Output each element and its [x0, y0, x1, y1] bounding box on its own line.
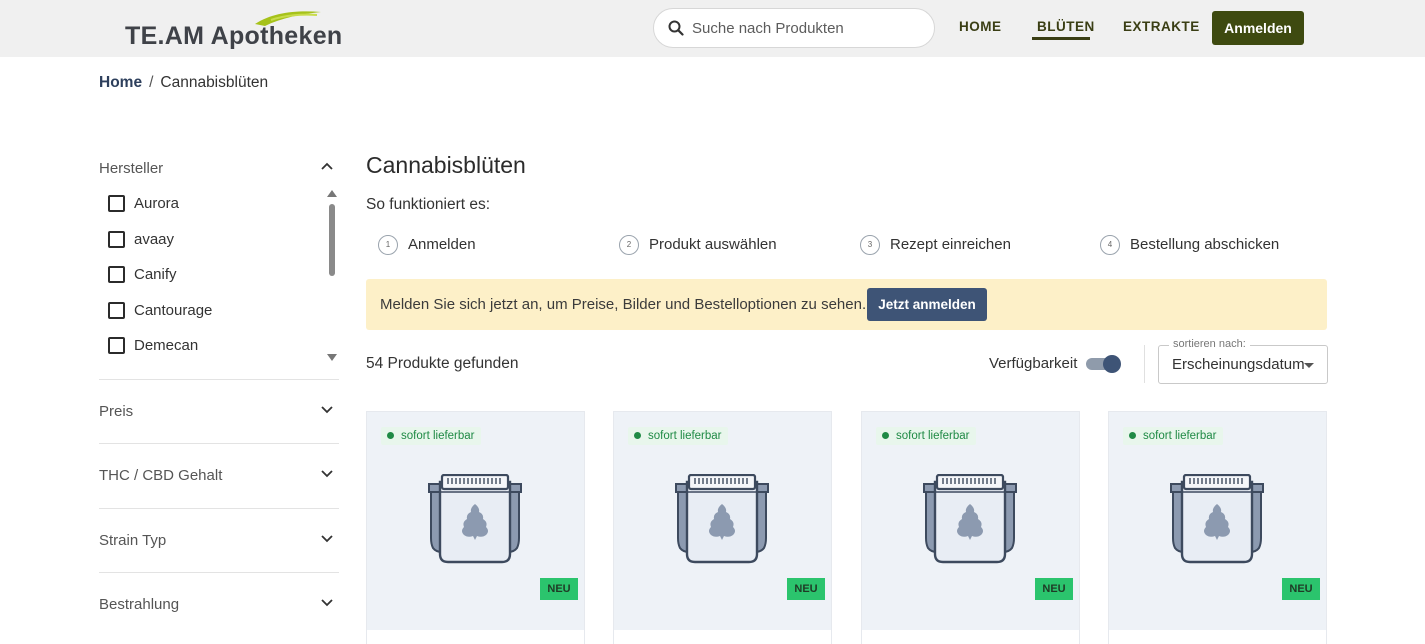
product-card[interactable]: sofort lieferbar NEU [366, 411, 585, 644]
logo[interactable]: TE.AM Apotheken [125, 8, 342, 50]
new-badge: NEU [787, 578, 825, 600]
filter-section-preis[interactable]: Preis [99, 379, 339, 443]
checkbox[interactable] [108, 266, 125, 283]
filter-section-strain-typ[interactable]: Strain Typ [99, 508, 339, 572]
new-badge: NEU [1035, 578, 1073, 600]
step-label: Produkt auswählen [649, 236, 777, 253]
step-number: 1 [378, 235, 398, 255]
filter-section-label: Strain Typ [99, 532, 167, 549]
breadcrumb-current: Cannabisblüten [160, 74, 269, 91]
checkbox[interactable] [108, 302, 125, 319]
filter-section-thc-cbd[interactable]: THC / CBD Gehalt [99, 443, 339, 507]
nav-extrakte[interactable]: EXTRAKTE [1123, 19, 1200, 34]
status-dot-icon [882, 432, 889, 439]
availability-text: sofort lieferbar [896, 430, 970, 442]
step-label: Rezept einreichen [890, 236, 1011, 253]
checkbox[interactable] [108, 231, 125, 248]
filter-header-hersteller[interactable]: Hersteller [99, 150, 339, 186]
chevron-down-icon [321, 470, 333, 478]
checkbox-label: avaay [134, 231, 175, 248]
search-bar[interactable] [653, 8, 935, 48]
checkbox[interactable] [108, 337, 125, 354]
product-bag-icon [1170, 473, 1264, 564]
page-title: Cannabisblüten [366, 152, 526, 178]
product-card[interactable]: sofort lieferbar NEU [861, 411, 1080, 644]
nav-active-indicator [1032, 37, 1090, 40]
sort-select[interactable]: sortieren nach: Erscheinungsdatum [1158, 338, 1328, 384]
toggle-knob [1103, 355, 1121, 373]
filter-title-hersteller: Hersteller [99, 160, 164, 177]
filter-section-label: THC / CBD Gehalt [99, 467, 223, 484]
availability-text: sofort lieferbar [401, 430, 475, 442]
product-bag-icon [428, 473, 522, 564]
filter-sidebar: Hersteller Aurora avaay Canify Cantourag… [99, 150, 339, 613]
product-placeholder [923, 473, 1017, 571]
sort-value: Erscheinungsdatum [1172, 356, 1305, 373]
filter-section-label: Preis [99, 403, 134, 420]
breadcrumb-home[interactable]: Home [99, 74, 142, 91]
sort-caption: sortieren nach: [1169, 338, 1250, 350]
checkbox-label: Aurora [134, 195, 180, 212]
new-badge: NEU [1282, 578, 1320, 600]
breadcrumb: Home / Cannabisblüten [99, 74, 268, 92]
checkbox-label: Demecan [134, 337, 199, 354]
new-badge: NEU [540, 578, 578, 600]
product-card[interactable]: sofort lieferbar NEU [613, 411, 832, 644]
availability-text: sofort lieferbar [648, 430, 722, 442]
scroll-down-arrow-icon[interactable] [327, 354, 337, 361]
product-card[interactable]: sofort lieferbar NEU [1108, 411, 1327, 644]
scrollbar-thumb[interactable] [329, 204, 335, 276]
product-image[interactable]: sofort lieferbar NEU [367, 412, 584, 630]
product-image[interactable]: sofort lieferbar NEU [1109, 412, 1326, 630]
product-bag-icon [675, 473, 769, 564]
chevron-down-icon [321, 535, 333, 543]
filter-section-bestrahlung[interactable]: Bestrahlung [99, 572, 339, 636]
product-placeholder [428, 473, 522, 571]
product-placeholder [675, 473, 769, 571]
search-icon [668, 20, 684, 36]
chevron-down-icon [321, 599, 333, 607]
caret-down-icon [1304, 363, 1314, 368]
availability-text: sofort lieferbar [1143, 430, 1217, 442]
availability-badge: sofort lieferbar [381, 427, 481, 445]
scroll-up-arrow-icon[interactable] [327, 190, 337, 197]
step-label: Bestellung abschicken [1130, 236, 1280, 253]
step-number: 3 [860, 235, 880, 255]
step-label: Anmelden [408, 236, 476, 253]
status-dot-icon [1129, 432, 1136, 439]
product-image[interactable]: sofort lieferbar NEU [614, 412, 831, 630]
divider [1144, 345, 1145, 383]
nav-blueten[interactable]: BLÜTEN [1037, 19, 1095, 34]
availability-label: Verfügbarkeit [989, 355, 1078, 372]
step-number: 2 [619, 235, 639, 255]
banner-text: Melden Sie sich jetzt an, um Preise, Bil… [380, 296, 867, 313]
manufacturer-checklist: Aurora avaay Canify Cantourage Demecan [99, 186, 339, 378]
product-count: 54 Produkte gefunden [366, 355, 519, 372]
availability-badge: sofort lieferbar [628, 427, 728, 445]
chevron-down-icon [321, 406, 333, 414]
product-bag-icon [923, 473, 1017, 564]
how-it-works-label: So funktioniert es: [366, 196, 491, 213]
breadcrumb-separator: / [149, 74, 154, 91]
status-dot-icon [634, 432, 641, 439]
login-notice-banner: Melden Sie sich jetzt an, um Preise, Bil… [366, 279, 1327, 330]
site-header: TE.AM Apotheken HOME BLÜTEN EXTRAKTE Anm… [0, 0, 1425, 57]
checkbox-label: Cantourage [134, 302, 213, 319]
checkbox-label: Canify [134, 266, 177, 283]
nav-home[interactable]: HOME [959, 19, 1002, 34]
chevron-up-icon[interactable] [321, 162, 333, 170]
login-button[interactable]: Anmelden [1212, 11, 1304, 45]
search-input[interactable] [692, 18, 922, 38]
availability-badge: sofort lieferbar [876, 427, 976, 445]
checkbox[interactable] [108, 195, 125, 212]
banner-login-button[interactable]: Jetzt anmelden [867, 288, 987, 321]
filter-section-label: Bestrahlung [99, 596, 180, 613]
availability-toggle[interactable] [1086, 355, 1122, 373]
product-placeholder [1170, 473, 1264, 571]
availability-badge: sofort lieferbar [1123, 427, 1223, 445]
status-dot-icon [387, 432, 394, 439]
product-image[interactable]: sofort lieferbar NEU [862, 412, 1079, 630]
step-number: 4 [1100, 235, 1120, 255]
logo-swoosh-icon [255, 11, 321, 26]
